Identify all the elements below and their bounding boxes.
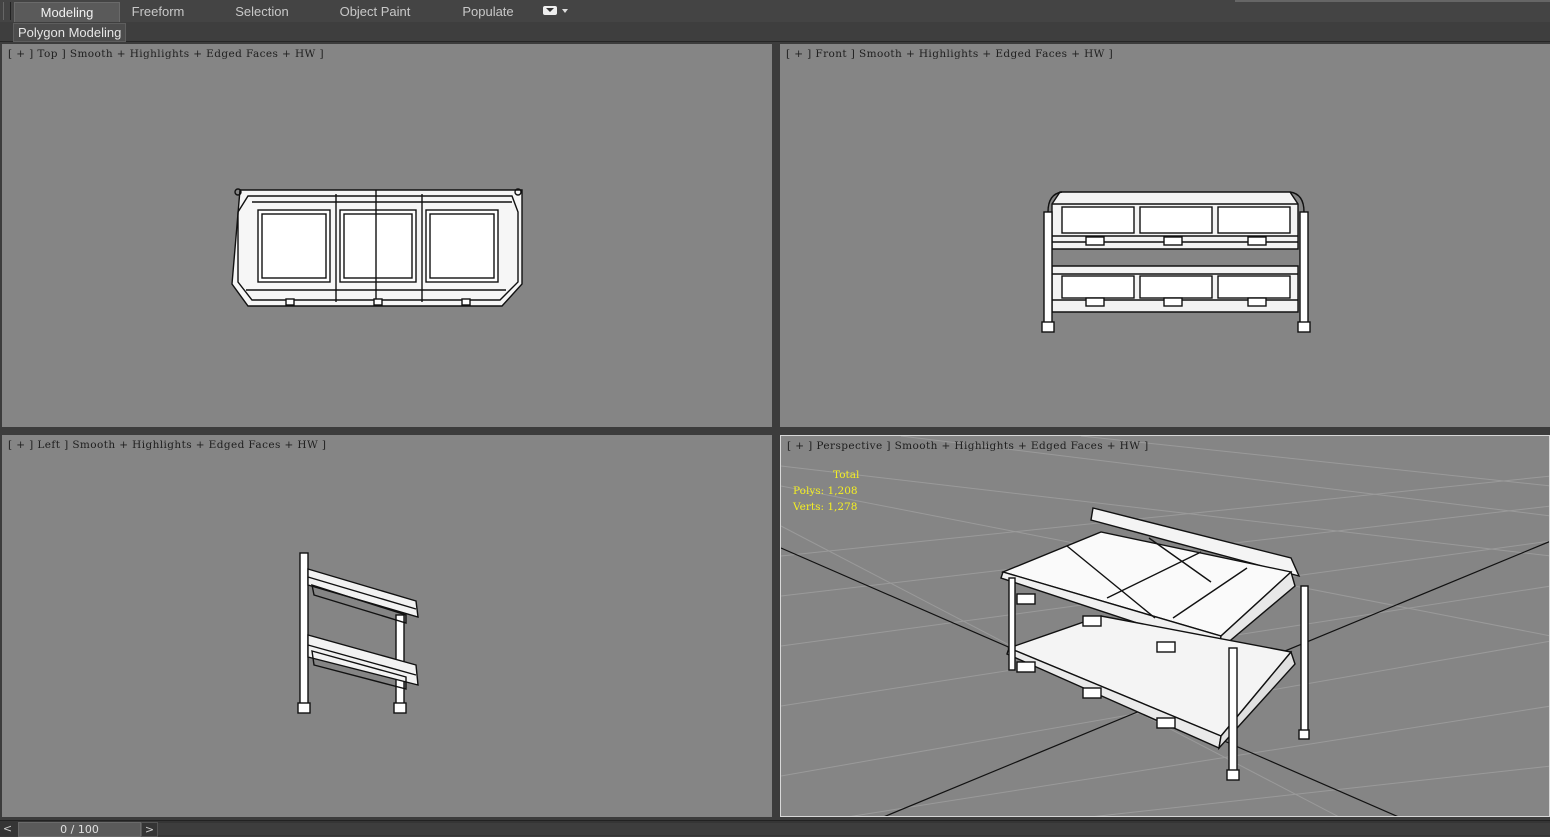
viewport-bracket: ] (886, 440, 891, 452)
timeline-track[interactable] (158, 823, 1550, 835)
ribbon-divider (1235, 0, 1550, 2)
tab-object-paint[interactable]: Object Paint (330, 2, 420, 21)
previous-frame-button[interactable]: < (0, 822, 15, 835)
left-view-model (297, 552, 419, 714)
ribbon-grip[interactable] (3, 2, 11, 20)
viewport-pov-label[interactable]: Perspective (816, 440, 882, 452)
front-view-model (1041, 191, 1311, 333)
stats-polys: Polys: 1,208 (793, 485, 858, 497)
viewport-top[interactable]: [ + ] Top ] Smooth + Highlights + Edged … (2, 44, 772, 427)
ribbon-tabs: Modeling Freeform Selection Object Paint… (0, 0, 1550, 23)
top-view-model (231, 188, 523, 307)
viewport-perspective[interactable]: [ + ] Perspective ] Smooth + Highlights … (780, 435, 1550, 817)
tab-modeling[interactable]: Modeling (14, 2, 120, 22)
viewport-label: [ + ] Perspective ] Smooth + Highlights … (787, 440, 1149, 452)
tab-freeform[interactable]: Freeform (120, 2, 196, 21)
viewport-shading-label[interactable]: Smooth + Highlights + Edged Faces + HW ] (895, 440, 1149, 452)
polygon-modeling-panel[interactable]: Polygon Modeling (13, 23, 127, 42)
stats-verts: Verts: 1,278 (793, 501, 858, 513)
viewport-menu-button[interactable]: [ + ] (787, 440, 813, 452)
ribbon-panel-bar: Polygon Modeling (0, 22, 1550, 42)
tab-selection[interactable]: Selection (224, 2, 300, 21)
time-slider-bar: < 0 / 100 > (0, 820, 1550, 837)
tab-populate[interactable]: Populate (450, 2, 526, 21)
perspective-view-model (781, 436, 1549, 816)
viewport-front[interactable]: [ + ] Front ] Smooth + Highlights + Edge… (780, 44, 1550, 427)
ribbon-options-icon[interactable] (543, 4, 569, 18)
viewport-left[interactable]: [ + ] Left ] Smooth + Highlights + Edged… (2, 435, 772, 817)
stats-title: Total (833, 469, 860, 481)
